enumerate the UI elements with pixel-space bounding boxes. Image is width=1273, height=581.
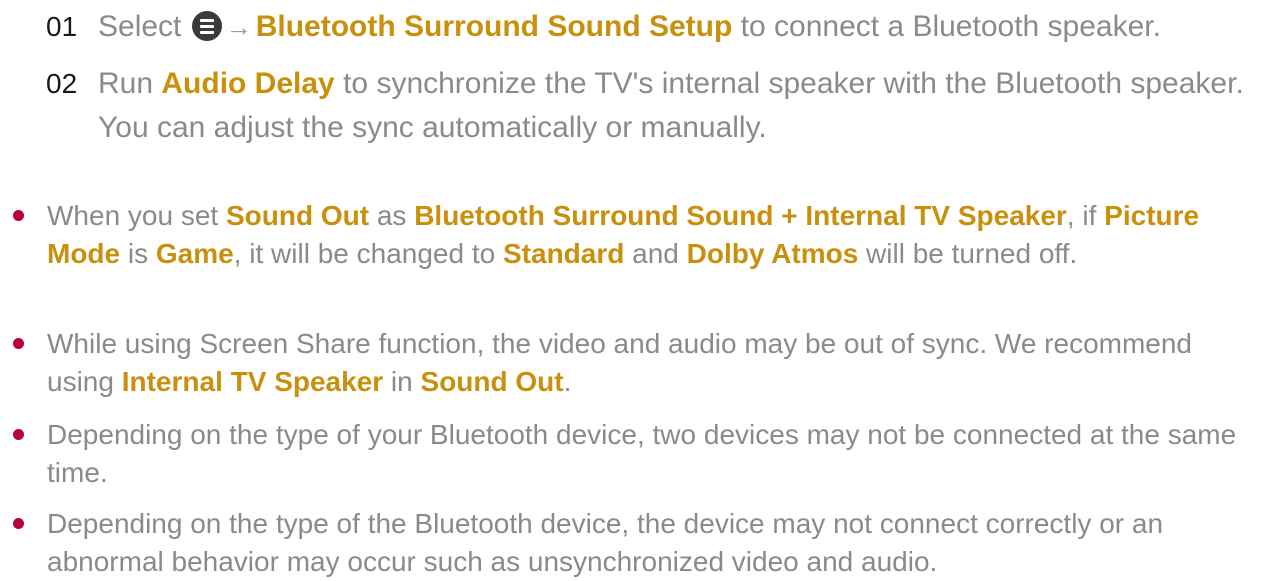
note-text-segment: is bbox=[120, 238, 156, 269]
menu-path-highlight: Dolby Atmos bbox=[686, 238, 859, 269]
step-text: Run Audio Delay to synchronize the TV's … bbox=[98, 62, 1263, 150]
note-text-segment: When you set bbox=[47, 200, 226, 231]
arrow-right-icon: → bbox=[225, 12, 252, 42]
bullet-dot-icon bbox=[13, 338, 24, 349]
note-text-segment: in bbox=[383, 366, 421, 397]
note-item: Depending on the type of your Bluetooth … bbox=[13, 416, 1265, 492]
menu-icon bbox=[191, 11, 222, 41]
step-text-segment: to connect a Bluetooth speaker. bbox=[732, 10, 1161, 43]
note-text-segment: as bbox=[369, 200, 415, 231]
step-item: 02 Run Audio Delay to synchronize the TV… bbox=[46, 62, 1263, 150]
step-text-segment: Run bbox=[98, 67, 162, 100]
step-number: 01 bbox=[46, 11, 78, 42]
note-item: Depending on the type of the Bluetooth d… bbox=[13, 505, 1265, 581]
step-text-segment: Select bbox=[98, 10, 190, 43]
step-text: Select → Bluetooth Surround Sound Setup t… bbox=[98, 5, 1263, 49]
note-text-segment: will be turned off. bbox=[858, 238, 1078, 269]
note-text-segment: Depending on the type of your Bluetooth … bbox=[47, 419, 1237, 488]
note-text-segment: , it will be changed to bbox=[233, 238, 503, 269]
note-text-segment: , if bbox=[1066, 200, 1105, 231]
note-item: When you set Sound Out as Bluetooth Surr… bbox=[13, 197, 1265, 273]
bullet-dot-icon bbox=[13, 429, 24, 440]
note-item: While using Screen Share function, the v… bbox=[13, 325, 1265, 401]
menu-path-highlight: Internal TV Speaker bbox=[121, 366, 384, 397]
note-text-segment: . bbox=[563, 366, 572, 397]
bullet-dot-icon bbox=[13, 210, 24, 221]
menu-path-highlight: Audio Delay bbox=[161, 67, 335, 100]
menu-path-highlight: Bluetooth Surround Sound + Internal TV S… bbox=[414, 200, 1067, 231]
menu-path-highlight: Sound Out bbox=[225, 200, 370, 231]
bullet-dot-icon bbox=[13, 518, 24, 529]
menu-path-highlight: Game bbox=[155, 238, 234, 269]
step-item: 01 Select → Bluetooth Surround Sound Setu… bbox=[46, 5, 1263, 49]
note-text-segment: and bbox=[624, 238, 687, 269]
menu-path-highlight: Bluetooth Surround Sound Setup bbox=[255, 10, 733, 43]
note-text-segment: Depending on the type of the Bluetooth d… bbox=[47, 508, 1164, 577]
step-number: 02 bbox=[46, 68, 78, 99]
menu-path-highlight: Standard bbox=[503, 238, 625, 269]
menu-path-highlight: Sound Out bbox=[420, 366, 564, 397]
